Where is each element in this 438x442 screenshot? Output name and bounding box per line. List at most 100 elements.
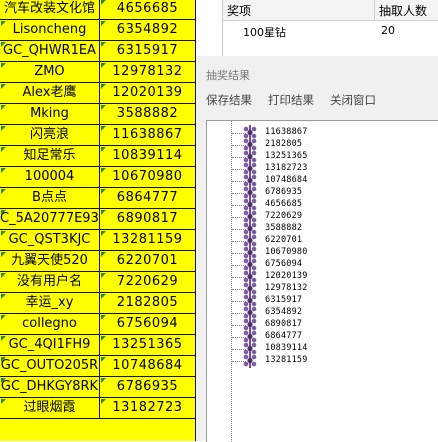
cell-comment-marker	[101, 84, 106, 89]
print-results-menu-item[interactable]: 打印结果	[268, 92, 314, 108]
prize-column-header[interactable]: 奖项	[227, 2, 251, 19]
result-tree-list[interactable]: 11638867 2182805 13251365 13182723 10748684 6…	[206, 120, 438, 442]
name-cell[interactable]: GC_QHWR1EA	[0, 41, 100, 61]
prize-cell[interactable]: 100星钻	[243, 24, 286, 40]
result-item[interactable]: 13182723	[207, 161, 438, 176]
cell-comment-marker	[101, 21, 106, 26]
cell-comment-marker	[1, 294, 6, 299]
cell-comment-marker	[101, 294, 106, 299]
id-cell[interactable]: 6220701	[100, 251, 195, 271]
id-cell[interactable]: 11638867	[100, 125, 195, 145]
result-item[interactable]: 13251365	[207, 149, 438, 164]
id-cell[interactable]: 13281159	[100, 230, 195, 250]
result-id-label: 13182723	[265, 163, 308, 173]
save-results-menu-item[interactable]: 保存结果	[206, 92, 252, 108]
close-window-menu-item[interactable]: 关闭窗口	[330, 92, 376, 108]
name-cell[interactable]: 知足常乐	[0, 146, 100, 166]
result-id-label: 13281159	[265, 355, 308, 365]
cell-comment-marker	[1, 42, 6, 47]
id-cell[interactable]: 10839114	[100, 146, 195, 166]
name-cell[interactable]: ZMO	[0, 62, 100, 82]
result-item[interactable]: 10748684	[207, 173, 438, 188]
result-item[interactable]: 13281159	[207, 353, 438, 368]
cell-comment-marker	[1, 231, 6, 236]
id-cell[interactable]: 10748684	[100, 356, 195, 376]
id-cell[interactable]: 6354892	[100, 20, 195, 40]
result-item[interactable]: 6756094	[207, 257, 438, 272]
id-cell[interactable]: 12978132	[100, 62, 195, 82]
result-item[interactable]: 6220701	[207, 233, 438, 248]
id-cell[interactable]: 3588882	[100, 104, 195, 124]
result-id-label: 6756094	[265, 259, 303, 269]
name-cell[interactable]: C_5A20777E93I	[0, 209, 100, 229]
result-id-label: 7220629	[265, 211, 303, 221]
name-cell[interactable]: GC_QST3KJC	[0, 230, 100, 250]
result-item[interactable]: 10839114	[207, 341, 438, 356]
result-item[interactable]: 6864777	[207, 329, 438, 344]
cell-comment-marker	[101, 63, 106, 68]
cell-comment-marker	[1, 105, 6, 110]
name-cell[interactable]: 闪亮浪	[0, 125, 100, 145]
sheet-row: B点点 6864777	[0, 188, 196, 209]
id-cell[interactable]: 6756094	[100, 314, 195, 334]
result-item[interactable]: 12978132	[207, 281, 438, 296]
name-cell[interactable]: Alex老鹰	[0, 83, 100, 103]
sheet-row: GC_QST3KJC 13281159	[0, 230, 196, 251]
id-cell[interactable]: 10670980	[100, 167, 195, 187]
result-item[interactable]: 6786935	[207, 185, 438, 200]
cell-comment-marker	[101, 0, 106, 5]
cell-comment-marker	[101, 147, 106, 152]
result-window: 抽奖结果 保存结果 打印结果 关闭窗口 11638867 2182805 13251…	[196, 56, 438, 442]
id-cell[interactable]: 13182723	[100, 398, 195, 418]
name-cell[interactable]: Lisoncheng	[0, 20, 100, 40]
sheet-row: 闪亮浪 11638867	[0, 125, 196, 146]
id-cell[interactable]: 6315917	[100, 41, 195, 61]
count-cell[interactable]: 20	[381, 24, 395, 37]
result-item[interactable]: 12020139	[207, 269, 438, 284]
sheet-row: 汽车改装文化馆 4656685	[0, 0, 196, 20]
cell-comment-marker	[1, 21, 6, 26]
name-cell[interactable]: 100004	[0, 167, 100, 187]
spreadsheet: 汽车改装文化馆 4656685 Lisoncheng 6354892 GC_QHWR1E…	[0, 0, 196, 441]
sheet-row: GC_OUTO205R 10748684	[0, 356, 196, 377]
cell-comment-marker	[1, 336, 6, 341]
id-cell[interactable]: 7220629	[100, 272, 195, 292]
id-cell[interactable]: 6890817	[100, 209, 195, 229]
result-item[interactable]: 7220629	[207, 209, 438, 224]
cell-comment-marker	[101, 189, 106, 194]
id-cell[interactable]: 6864777	[100, 188, 195, 208]
id-cell[interactable]: 2182805	[100, 293, 195, 313]
result-item[interactable]: 6315917	[207, 293, 438, 308]
result-item[interactable]: 3588882	[207, 221, 438, 236]
winner-icon	[243, 353, 257, 368]
id-cell[interactable]: 12020139	[100, 83, 195, 103]
name-cell[interactable]: 九翼天使520	[0, 251, 100, 271]
result-item[interactable]: 11638867	[207, 125, 438, 140]
result-item[interactable]: 2182805	[207, 137, 438, 152]
id-cell[interactable]: 13251365	[100, 335, 195, 355]
result-id-label: 11638867	[265, 127, 308, 137]
count-column-header[interactable]: 抽取人数	[379, 2, 427, 19]
result-item[interactable]: 6890817	[207, 317, 438, 332]
id-cell[interactable]: 6786935	[100, 377, 195, 397]
name-cell[interactable]: 没有用户名	[0, 272, 100, 292]
id-cell[interactable]: 4656685	[100, 0, 195, 19]
name-cell[interactable]: GC_4QI1FH9	[0, 335, 100, 355]
name-cell[interactable]: GC_DHKGY8RK	[0, 377, 100, 397]
result-id-label: 2182805	[265, 139, 303, 149]
result-item[interactable]: 6354892	[207, 305, 438, 320]
result-id-label: 10670980	[265, 247, 308, 257]
name-cell[interactable]: 幸运_xy	[0, 293, 100, 313]
result-item[interactable]: 10670980	[207, 245, 438, 260]
cell-comment-marker	[101, 168, 106, 173]
name-cell[interactable]: GC_OUTO205R	[0, 356, 100, 376]
name-cell[interactable]: Mking	[0, 104, 100, 124]
name-cell[interactable]: B点点	[0, 188, 100, 208]
cell-comment-marker	[101, 378, 106, 383]
sheet-row: GC_QHWR1EA 6315917	[0, 41, 196, 62]
result-id-label: 3588882	[265, 223, 303, 233]
name-cell[interactable]: 汽车改装文化馆	[0, 0, 100, 19]
result-item[interactable]: 4656685	[207, 197, 438, 212]
name-cell[interactable]: collegno	[0, 314, 100, 334]
name-cell[interactable]: 过眼烟霞	[0, 398, 100, 418]
